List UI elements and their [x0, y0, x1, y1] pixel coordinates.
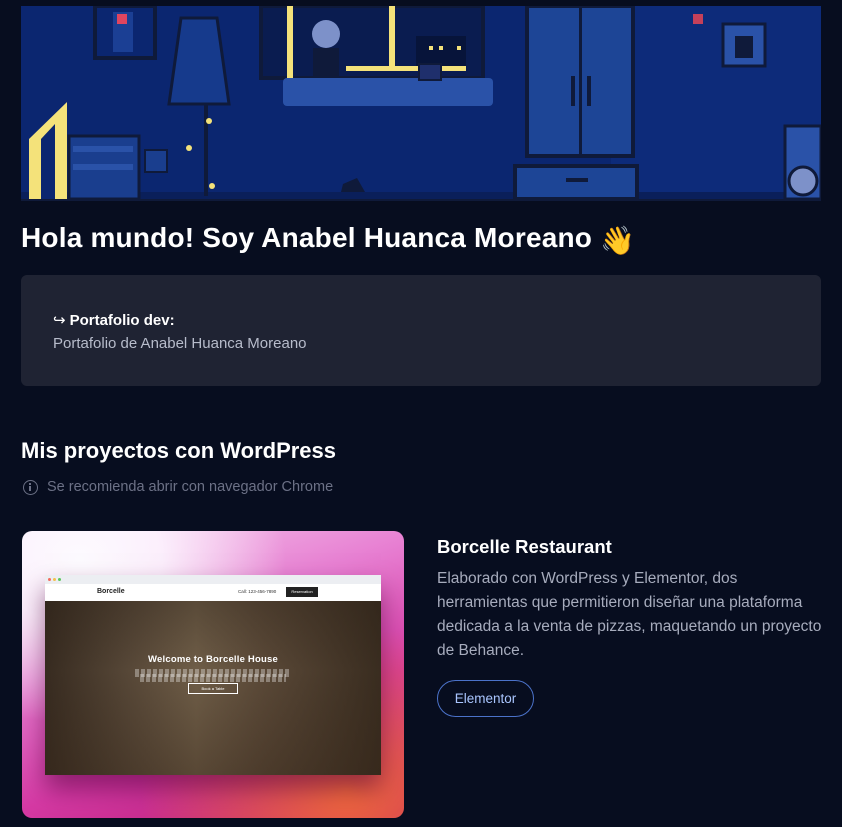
projects-section-title: Mis proyectos con WordPress — [21, 438, 337, 463]
info-icon — [23, 479, 38, 495]
portfolio-description[interactable]: Portafolio de Anabel Huanca Moreano — [53, 335, 307, 352]
pixel-art-room-illustration — [21, 6, 821, 199]
portfolio-label-text: Portafolio dev: — [69, 311, 175, 329]
browser-note-text: Se recomienda abrir con navegador Chrome — [47, 479, 334, 495]
preview-headline: Welcome to Borcelle House — [148, 654, 278, 665]
return-arrow-icon: ↪ — [53, 312, 66, 329]
page-title-text: Hola mundo! Soy Anabel Huanca Moreano — [21, 222, 593, 253]
page-title: Hola mundo! Soy Anabel Huanca Moreano 👋 — [21, 222, 635, 257]
project-description: Elaborado con WordPress y Elementor, dos… — [437, 570, 822, 659]
preview-reservation-button: Reservation — [286, 587, 318, 597]
preview-restaurant-image: Welcome to Borcelle House Book a Table — [45, 601, 381, 775]
minimize-dot-icon — [53, 578, 56, 581]
preview-subtext — [140, 674, 286, 682]
project-thumbnail[interactable]: Borcelle Call: 123-456-7890 Reservation … — [22, 531, 404, 818]
hero-banner — [21, 6, 821, 201]
portfolio-card[interactable]: ↪ Portafolio dev: Portafolio de Anabel H… — [21, 275, 821, 386]
browser-chrome — [45, 575, 381, 584]
maximize-dot-icon — [58, 578, 61, 581]
preview-brand: Borcelle — [97, 588, 125, 595]
project-title: Borcelle Restaurant — [437, 536, 612, 557]
project-preview-browser: Borcelle Call: 123-456-7890 Reservation … — [45, 575, 381, 775]
preview-cta-button: Book a Table — [188, 683, 238, 694]
waving-hand-icon: 👋 — [600, 225, 636, 256]
preview-call: Call: 123-456-7890 — [238, 589, 277, 594]
portfolio-label: ↪ Portafolio dev: — [53, 311, 175, 330]
close-dot-icon — [48, 578, 51, 581]
preview-navbar: Borcelle Call: 123-456-7890 Reservation — [45, 584, 381, 602]
elementor-tag-button[interactable]: Elementor — [437, 680, 534, 717]
browser-note: Se recomienda abrir con navegador Chrome — [23, 479, 333, 495]
